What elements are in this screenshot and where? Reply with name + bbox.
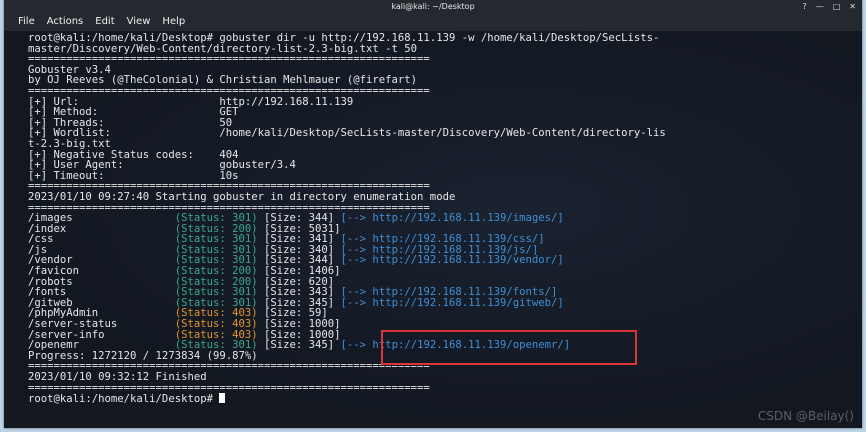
close-icon[interactable]: ✕ [849, 0, 856, 13]
title-bar: kali@kali: ~/Desktop ? — □ ✕ [4, 0, 862, 13]
separator: ========================================… [28, 381, 430, 394]
shell-prompt: root@kali:/home/kali/Desktop# [28, 393, 220, 406]
menu-file[interactable]: File [18, 13, 35, 31]
window-title: kali@kali: ~/Desktop [391, 2, 475, 11]
menu-bar: File Actions Edit View Help [4, 13, 862, 32]
result-redirect: [--> http://192.168.11.139/vendor/] [340, 254, 564, 267]
maximize-icon[interactable]: □ [833, 0, 841, 13]
prompt-line: root@kali:/home/kali/Desktop# [28, 393, 862, 404]
result-redirect: [--> http://192.168.11.139/images/] [340, 212, 564, 225]
menu-view[interactable]: View [127, 13, 151, 31]
terminal-window: kali@kali: ~/Desktop ? — □ ✕ File Action… [4, 0, 862, 428]
csdn-watermark: CSDN @Beilay() [757, 409, 854, 423]
help-icon[interactable]: ? [802, 0, 806, 13]
separator: ========================================… [28, 53, 430, 66]
menu-help[interactable]: Help [162, 13, 185, 31]
result-redirect: [--> http://192.168.11.139/openemr/] [340, 339, 571, 352]
start-line: 2023/01/10 09:27:40 Starting gobuster in… [28, 190, 456, 203]
window-controls: ? — □ ✕ [802, 0, 856, 13]
finish-line: 2023/01/10 09:32:12 Finished [28, 371, 207, 383]
menu-actions[interactable]: Actions [47, 13, 84, 31]
command-line: root@kali:/home/kali/Desktop# gobuster d… [28, 32, 660, 44]
cursor-icon [219, 393, 226, 404]
menu-edit[interactable]: Edit [95, 13, 114, 31]
setting-value: http://192.168.11.139 [219, 95, 354, 108]
result-redirect: [--> http://192.168.11.139/gitweb/] [340, 296, 564, 309]
terminal-output[interactable]: root@kali:/home/kali/Desktop# gobuster d… [4, 31, 862, 428]
minimize-icon[interactable]: — [816, 0, 824, 13]
result-size: [Size: 345] [257, 339, 341, 352]
setting-value: /home/kali/Desktop/SecLists-master/Disco… [219, 127, 666, 140]
